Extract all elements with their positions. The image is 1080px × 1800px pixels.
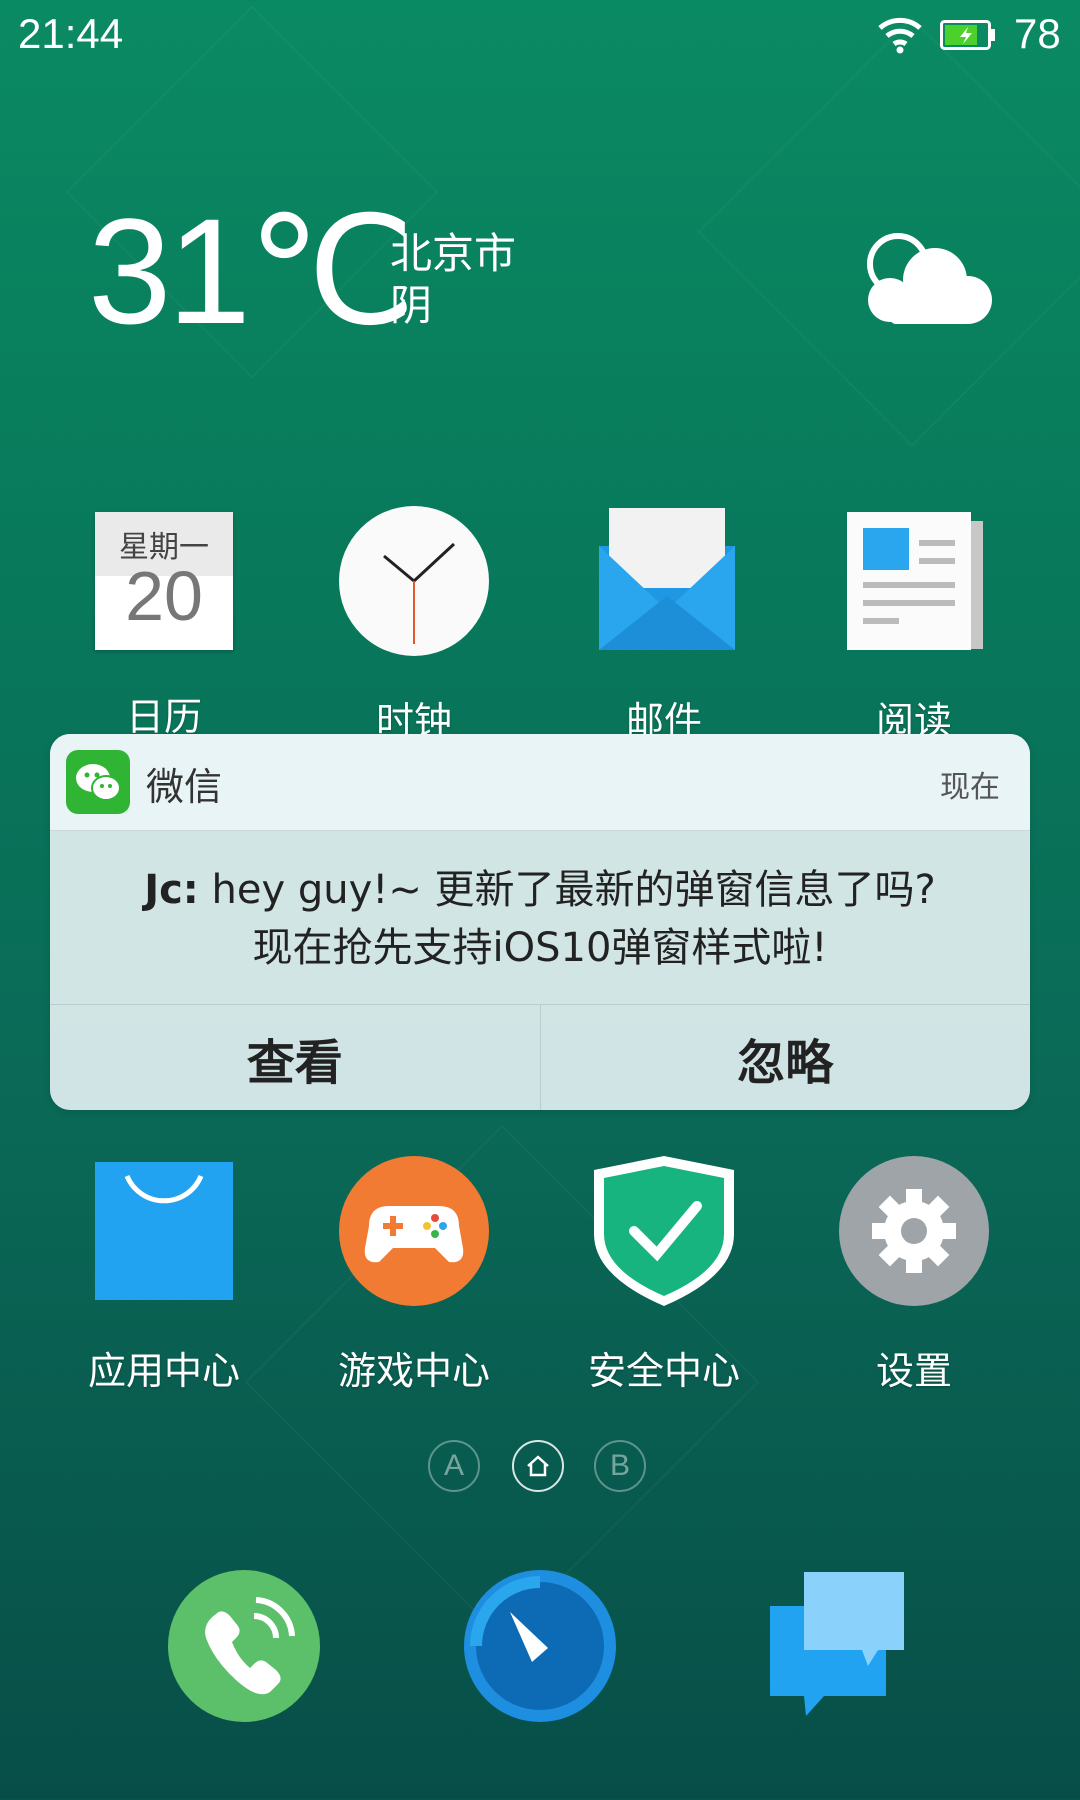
app-settings[interactable]: 设置 <box>804 1156 1024 1395</box>
app-game-center[interactable]: 游戏中心 <box>304 1156 524 1395</box>
notification-sender: Jc: <box>144 867 199 913</box>
wechat-icon <box>66 750 130 814</box>
status-time: 21:44 <box>18 10 124 57</box>
weather-temperature: 31℃ <box>88 187 415 355</box>
weather-city: 北京市 <box>390 229 517 278</box>
page-indicator-b[interactable]: B <box>594 1440 646 1492</box>
notification-actions: 查看 忽略 <box>50 1005 1030 1110</box>
security-shield-icon <box>594 1156 734 1306</box>
ignore-button[interactable]: 忽略 <box>541 1005 1031 1110</box>
notification-line1: hey guy!~ 更新了最新的弹窗信息了吗? <box>211 867 936 913</box>
calendar-icon: 星期一 20 <box>89 506 239 656</box>
app-label: 日历 <box>125 695 202 739</box>
app-label: 游戏中心 <box>337 1349 490 1393</box>
clock-icon <box>339 506 489 656</box>
calendar-day: 20 <box>125 557 203 635</box>
wechat-notification[interactable]: 微信 现在 Jc: hey guy!~ 更新了最新的弹窗信息了吗? 现在抢先支持… <box>50 734 1030 1110</box>
wifi-icon <box>878 17 922 54</box>
reader-icon <box>847 512 983 650</box>
app-label: 设置 <box>875 1349 952 1393</box>
app-label: 安全中心 <box>587 1349 740 1393</box>
notification-header: 微信 现在 <box>50 734 1030 831</box>
app-label: 应用中心 <box>87 1349 240 1393</box>
page-indicator-a[interactable]: A <box>428 1440 480 1492</box>
cloud-icon <box>867 233 992 324</box>
notification-message: Jc: hey guy!~ 更新了最新的弹窗信息了吗? 现在抢先支持iOS10弹… <box>50 831 1030 1005</box>
settings-gear-icon <box>839 1156 989 1306</box>
app-clock[interactable]: 时钟 <box>304 506 524 745</box>
app-app-center[interactable]: 应用中心 <box>54 1156 274 1395</box>
status-bar: 21:44 78 <box>0 0 1080 70</box>
notification-line2: 现在抢先支持iOS10弹窗样式啦! <box>252 925 828 971</box>
messages-icon[interactable] <box>764 1566 924 1726</box>
home-icon <box>527 1455 549 1477</box>
app-reader[interactable]: 阅读 <box>804 506 1024 745</box>
game-center-icon <box>339 1156 489 1306</box>
page-indicator-home[interactable] <box>512 1440 564 1492</box>
phone-icon[interactable] <box>164 1566 324 1726</box>
battery-icon <box>940 20 995 50</box>
battery-percent: 78 <box>1014 10 1061 57</box>
weather-condition: 阴 <box>390 281 433 330</box>
app-security-center[interactable]: 安全中心 <box>554 1156 774 1395</box>
app-mail[interactable]: 邮件 <box>554 506 774 745</box>
app-store-icon <box>95 1162 233 1300</box>
browser-compass-icon[interactable] <box>460 1566 620 1726</box>
mail-icon <box>599 508 735 650</box>
app-calendar[interactable]: 星期一 20 日历 <box>54 506 274 741</box>
view-button[interactable]: 查看 <box>50 1005 540 1110</box>
notification-app-name: 微信 <box>146 765 223 809</box>
notification-time: 现在 <box>940 770 1000 805</box>
